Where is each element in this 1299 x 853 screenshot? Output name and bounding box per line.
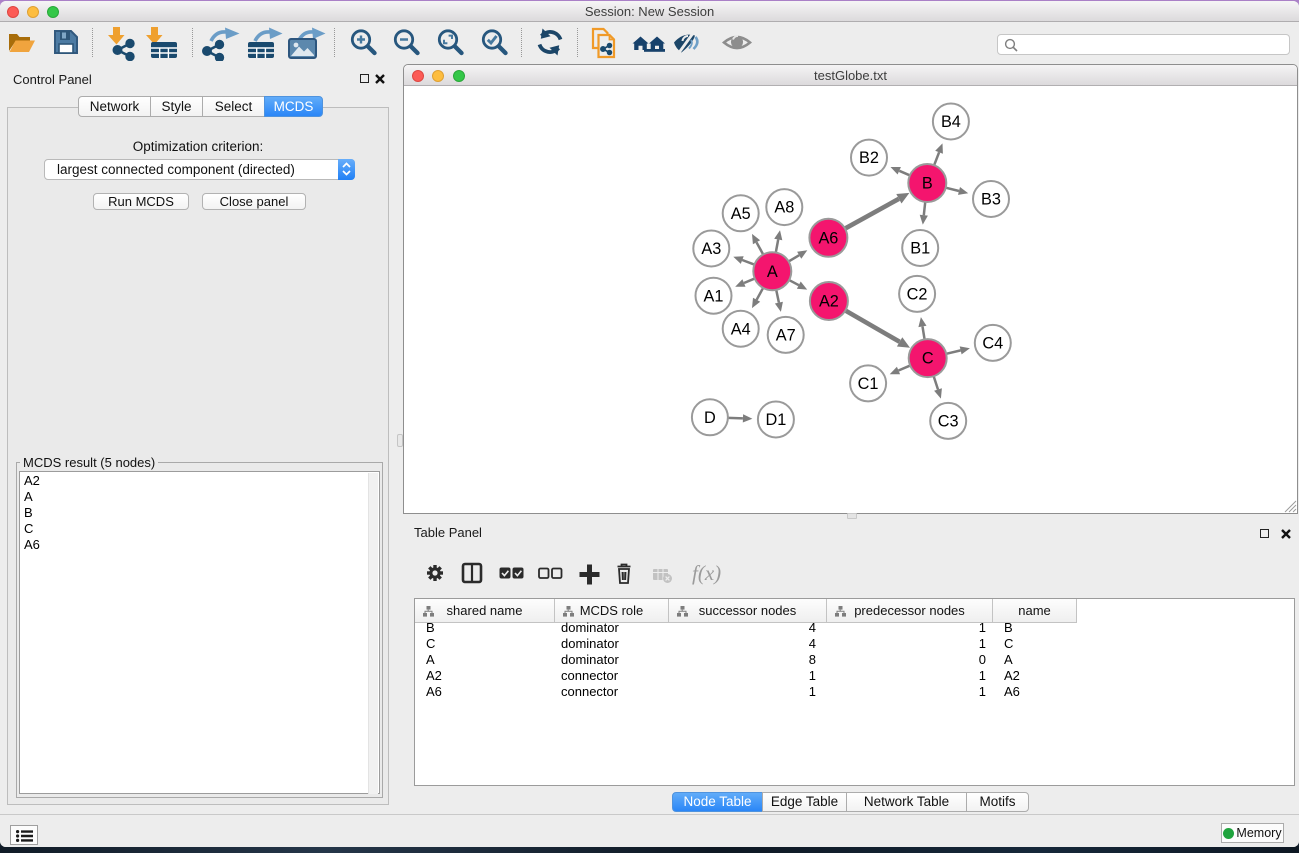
svg-text:C3: C3: [938, 413, 959, 431]
svg-text:B: B: [922, 175, 933, 193]
svg-text:A8: A8: [774, 199, 794, 217]
svg-text:A1: A1: [704, 287, 724, 305]
svg-text:A5: A5: [731, 205, 751, 223]
svg-text:C4: C4: [982, 335, 1003, 353]
svg-text:D: D: [704, 409, 716, 427]
svg-text:A6: A6: [818, 229, 838, 247]
svg-text:C2: C2: [907, 286, 928, 304]
svg-text:B4: B4: [941, 113, 961, 131]
svg-text:B1: B1: [910, 240, 930, 258]
svg-text:D1: D1: [765, 411, 786, 429]
svg-text:A4: A4: [731, 320, 751, 338]
svg-text:A7: A7: [776, 327, 796, 345]
svg-text:f(x): f(x): [692, 561, 721, 585]
svg-text:A3: A3: [701, 240, 721, 258]
svg-text:A2: A2: [819, 293, 839, 311]
svg-text:A: A: [767, 263, 778, 281]
svg-text:B3: B3: [981, 191, 1001, 209]
svg-text:C1: C1: [858, 375, 879, 393]
svg-text:C: C: [922, 350, 934, 368]
svg-text:B2: B2: [859, 149, 879, 167]
